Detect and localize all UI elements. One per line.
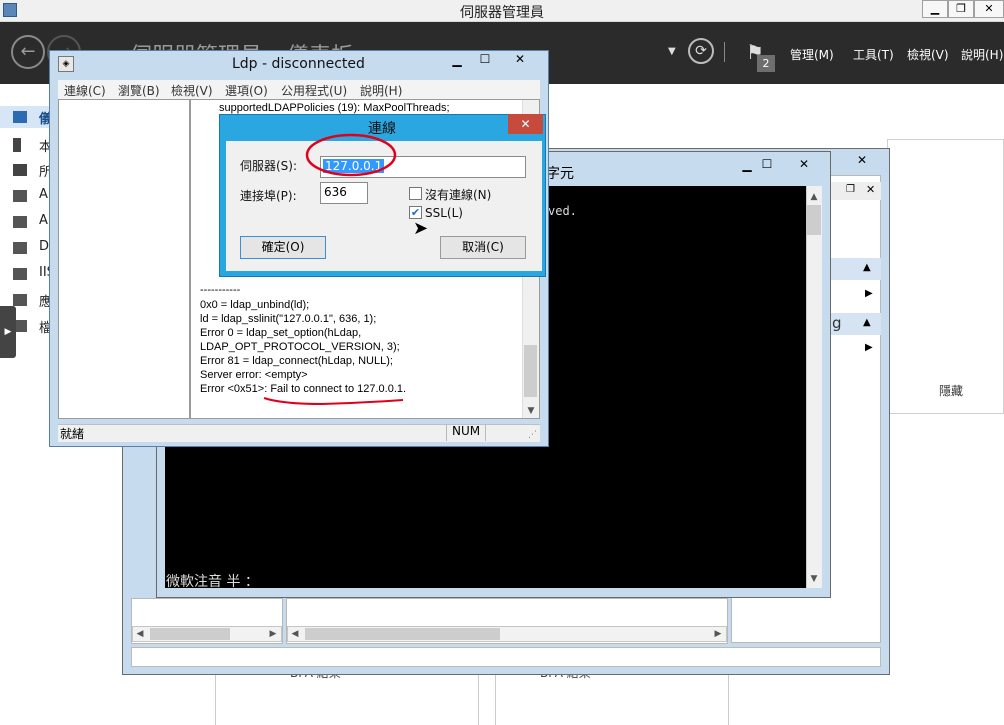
- iis-icon: [13, 268, 27, 280]
- dropdown-caret-icon[interactable]: ▼: [668, 46, 676, 57]
- red-circle-annotation: [305, 133, 397, 177]
- scroll-thumb-2[interactable]: [305, 628, 500, 640]
- ldp-output-line: ld = ldap_sslinit("127.0.0.1", 636, 1);: [200, 313, 377, 325]
- console-maximize-button[interactable]: ☐: [758, 157, 776, 171]
- minimize-button[interactable]: ▁: [922, 0, 948, 18]
- ldp-output-top-line: supportedLDAPPolicies (19): MaxPoolThrea…: [219, 102, 450, 114]
- ldp-output-line: Server error: <empty>: [200, 369, 308, 381]
- ssl-label: SSL(L): [425, 206, 463, 220]
- ldp-output-line: LDAP_OPT_PROTOCOL_VERSION, 3);: [200, 341, 400, 353]
- back-arrow-icon[interactable]: ←: [11, 35, 45, 69]
- ldp-title: Ldp - disconnected: [232, 56, 365, 72]
- server-label: 伺服器(S):: [240, 159, 298, 173]
- ldp-scroll-down-arrow[interactable]: ▼: [524, 404, 538, 418]
- actions-header-1: [831, 258, 881, 280]
- console-scroll-down-arrow[interactable]: ▼: [807, 572, 821, 586]
- ldp-tree-pane[interactable]: [58, 99, 190, 419]
- ldp-minimize-button[interactable]: ▁: [444, 53, 470, 67]
- server-manager-title: 伺服器管理員: [460, 5, 544, 21]
- scroll-thumb[interactable]: [150, 628, 230, 640]
- menu-manage[interactable]: 管理(M): [790, 46, 834, 63]
- nav-collapse-handle[interactable]: ▶: [0, 306, 16, 358]
- ldp-output-line: 0x0 = ldap_unbind(ld);: [200, 299, 310, 311]
- local-server-icon: [13, 138, 21, 152]
- ldp-output-line: Error 81 = ldap_connect(hLdap, NULL);: [200, 355, 393, 367]
- ldp-menu-help[interactable]: 說明(H): [360, 82, 402, 99]
- ad-cs-icon: [13, 190, 27, 202]
- ldp-resize-grip-icon[interactable]: ⋰: [528, 430, 537, 440]
- app-server-icon: [13, 294, 27, 306]
- console-scroll-up-arrow[interactable]: ▲: [807, 190, 821, 204]
- nav-item-ad-ds[interactable]: A: [39, 213, 48, 228]
- expand-right-icon-2[interactable]: ▶: [865, 342, 873, 353]
- ldp-scroll-thumb[interactable]: [524, 345, 537, 397]
- ad-ds-icon: [13, 216, 27, 228]
- port-input[interactable]: 636: [320, 182, 368, 204]
- ok-button[interactable]: 確定(O): [240, 236, 326, 259]
- all-servers-icon: [13, 164, 27, 176]
- menu-tools[interactable]: 工具(T): [853, 46, 894, 63]
- ime-status: 微軟注音 半 ：: [166, 574, 259, 590]
- dashboard-tile-border: [887, 139, 1004, 414]
- ldp-status-num: NUM: [446, 424, 486, 441]
- console-minimize-button[interactable]: ▁: [738, 158, 756, 172]
- ldp-maximize-button[interactable]: ☐: [472, 52, 498, 66]
- console-title: 字元: [546, 166, 574, 182]
- dashboard-column-right: [495, 672, 729, 725]
- ldp-close-button[interactable]: ✕: [500, 52, 540, 66]
- dashboard-column-left: [215, 672, 479, 725]
- ldp-output-line: Error 0 = ldap_set_option(hLdap,: [200, 327, 362, 339]
- nav-item-dns[interactable]: D: [39, 239, 49, 254]
- mmc-close-button[interactable]: ✕: [842, 150, 882, 170]
- menu-help[interactable]: 說明(H): [961, 46, 1003, 63]
- actions-header-2-label: g: [832, 314, 842, 332]
- refresh-icon[interactable]: ⟳: [688, 38, 714, 64]
- console-vscrollbar[interactable]: [806, 186, 822, 588]
- mouse-cursor-icon: ➤: [413, 218, 429, 239]
- close-button[interactable]: ✕: [974, 0, 1004, 18]
- ldp-menu-options[interactable]: 選項(O): [225, 82, 268, 99]
- ldp-app-icon: ◈: [58, 56, 74, 72]
- scroll-left-arrow-2[interactable]: ◀: [288, 627, 302, 641]
- dashboard-icon: [13, 111, 27, 123]
- mmc-restore-icon[interactable]: ❐: [846, 184, 855, 195]
- ldp-status-ready: 就緒: [60, 427, 85, 441]
- cancel-button[interactable]: 取消(C): [440, 236, 526, 259]
- collapse-up-icon[interactable]: ▲: [863, 262, 871, 273]
- ldp-menu-view[interactable]: 檢視(V): [171, 82, 213, 99]
- ldp-menu-browse[interactable]: 瀏覽(B): [118, 82, 160, 99]
- header-divider: [724, 42, 725, 62]
- hide-link[interactable]: 隱藏: [939, 382, 963, 399]
- connectionless-checkbox[interactable]: [409, 187, 422, 200]
- ldp-output-line: -----------: [200, 284, 241, 296]
- mmc-close-icon[interactable]: ✕: [866, 183, 875, 196]
- connectionless-label: 沒有連線(N): [425, 188, 492, 202]
- red-underline-annotation: [263, 397, 404, 406]
- console-scroll-thumb[interactable]: [807, 205, 821, 235]
- scroll-left-arrow[interactable]: ◀: [133, 627, 147, 641]
- connect-dialog-close-button[interactable]: ✕: [508, 114, 543, 134]
- console-text-line: ved.: [548, 204, 577, 218]
- notification-count-badge: 2: [757, 55, 775, 72]
- dns-icon: [13, 242, 27, 254]
- restore-button[interactable]: ❐: [948, 0, 974, 18]
- console-close-button[interactable]: ✕: [795, 157, 813, 171]
- nav-item-ad-cs[interactable]: A: [39, 187, 48, 202]
- collapse-up-icon-2[interactable]: ▲: [863, 317, 871, 328]
- ldp-menu-connection[interactable]: 連線(C): [64, 82, 106, 99]
- scroll-right-arrow-2[interactable]: ▶: [711, 627, 725, 641]
- ldp-menu-utilities[interactable]: 公用程式(U): [281, 82, 347, 99]
- port-label: 連接埠(P):: [240, 189, 297, 203]
- expand-right-icon[interactable]: ▶: [865, 288, 873, 299]
- scroll-right-arrow[interactable]: ▶: [266, 627, 280, 641]
- menu-view[interactable]: 檢視(V): [907, 46, 949, 63]
- mmc-status-bar: [131, 647, 881, 667]
